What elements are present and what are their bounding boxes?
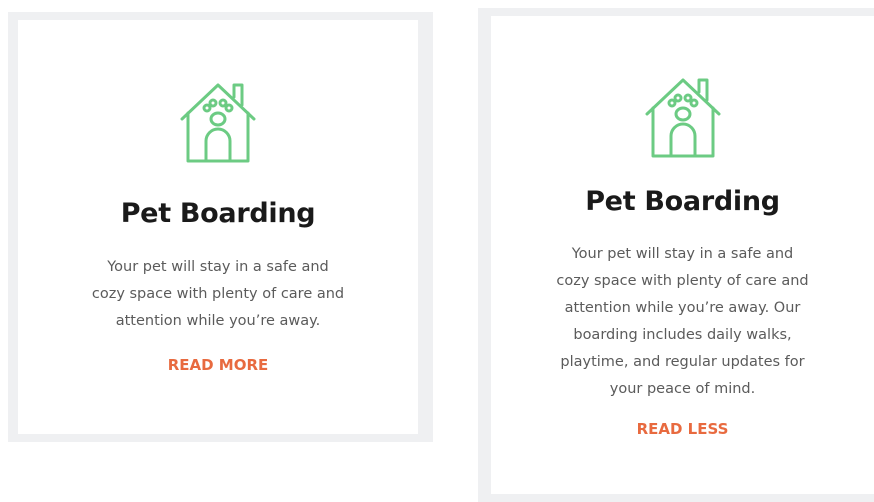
- service-card-collapsed: Pet Boarding Your pet will stay in a saf…: [18, 20, 418, 434]
- card-content: Pet Boarding Your pet will stay in a saf…: [491, 16, 874, 494]
- service-card-expanded: Pet Boarding Your pet will stay in a saf…: [491, 16, 874, 494]
- description-line: cozy space with plenty of care and: [91, 286, 345, 302]
- description-line: Your pet will stay in a safe and: [107, 259, 329, 275]
- canvas: Pet Boarding Your pet will stay in a saf…: [0, 0, 874, 502]
- description-line: attention while you’re away.: [115, 313, 321, 329]
- card-description: Your pet will stay in a safe and cozy sp…: [528, 241, 838, 403]
- card-content: Pet Boarding Your pet will stay in a saf…: [18, 20, 418, 434]
- read-less-link[interactable]: READ LESS: [491, 420, 874, 438]
- description-line: Your pet will stay in a safe and: [571, 246, 794, 262]
- description-line: playtime, and regular updates for: [560, 354, 805, 370]
- read-more-link[interactable]: READ MORE: [18, 356, 418, 374]
- dog-house-paw-icon: [645, 78, 720, 158]
- description-line: attention while you’re away. Our: [564, 300, 801, 316]
- dog-house-paw-icon: [180, 83, 256, 163]
- description-line: your peace of mind.: [609, 381, 756, 397]
- description-line: cozy space with plenty of care and: [556, 273, 809, 289]
- description-line: boarding includes daily walks,: [573, 327, 792, 343]
- card-description: Your pet will stay in a safe and cozy sp…: [58, 254, 378, 335]
- card-title: Pet Boarding: [585, 186, 780, 217]
- card-title: Pet Boarding: [120, 198, 316, 229]
